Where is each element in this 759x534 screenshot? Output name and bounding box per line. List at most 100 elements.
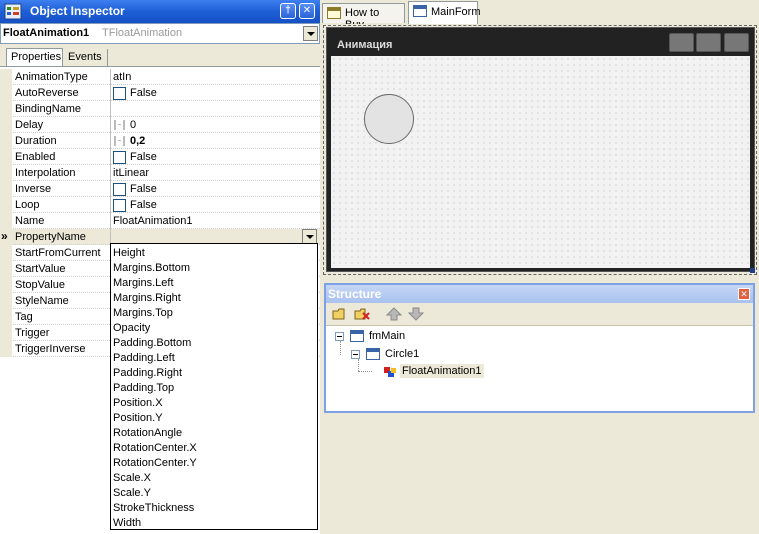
dropdown-option[interactable]: Position.X: [113, 397, 163, 412]
property-row[interactable]: BindingName: [0, 101, 320, 117]
design-form[interactable]: Анимация: [326, 27, 755, 272]
column-divider: [110, 165, 111, 181]
close-icon[interactable]: ✕: [738, 288, 750, 300]
column-divider: [110, 117, 111, 133]
dropdown-option[interactable]: Scale.Y: [113, 487, 151, 502]
structure-panel: Structure ✕ fmMain Circle1 FloatAnimatio…: [324, 283, 755, 413]
chevron-down-icon[interactable]: [302, 229, 317, 244]
object-inspector-tabs: Properties Events: [0, 46, 320, 67]
property-name: StartValue: [15, 263, 66, 275]
object-inspector-panel: Object Inspector † ✕ FloatAnimation1 TFl…: [0, 0, 320, 534]
dropdown-option[interactable]: StrokeThickness: [113, 502, 194, 517]
property-row[interactable]: Interpolation itLinear: [0, 165, 320, 181]
spin-icon: [114, 120, 125, 130]
dropdown-option[interactable]: Margins.Bottom: [113, 262, 190, 277]
property-value[interactable]: itLinear: [113, 167, 149, 179]
dropdown-option[interactable]: Opacity: [113, 322, 150, 337]
move-down-icon[interactable]: [408, 307, 424, 321]
property-name: Name: [15, 215, 45, 227]
tree-node-label: fmMain: [369, 330, 406, 342]
dropdown-option[interactable]: Margins.Top: [113, 307, 173, 322]
new-folder-icon[interactable]: [332, 307, 348, 321]
row-gutter: [0, 197, 12, 213]
dropdown-option[interactable]: RotationCenter.Y: [113, 457, 197, 472]
property-name: StartFromCurrent: [15, 247, 101, 259]
dropdown-option[interactable]: Margins.Left: [113, 277, 174, 292]
tab-events[interactable]: Events: [64, 49, 108, 66]
pin-icon[interactable]: †: [280, 3, 296, 19]
checkbox[interactable]: [113, 183, 126, 196]
dropdown-option[interactable]: Padding.Right: [113, 367, 182, 382]
property-name: PropertyName: [15, 231, 86, 243]
property-value[interactable]: FloatAnimation1: [113, 215, 193, 227]
column-divider: [110, 197, 111, 213]
form-client-area[interactable]: [331, 56, 750, 268]
column-divider: [110, 85, 111, 101]
tree-node-label: Circle1: [385, 348, 420, 360]
property-value[interactable]: False: [130, 151, 157, 163]
checkbox[interactable]: [113, 151, 126, 164]
tab-how-to-buy[interactable]: How to Buy: [322, 3, 405, 31]
property-name: BindingName: [15, 103, 82, 115]
resize-handle[interactable]: [750, 268, 755, 273]
dropdown-option[interactable]: Padding.Left: [113, 352, 175, 367]
dropdown-option[interactable]: Position.Y: [113, 412, 163, 427]
property-value[interactable]: False: [130, 87, 157, 99]
move-up-icon[interactable]: [386, 307, 402, 321]
property-value[interactable]: False: [130, 199, 157, 211]
checkbox[interactable]: [113, 199, 126, 212]
current-row-indicator: »: [1, 229, 8, 243]
dropdown-option[interactable]: Height: [113, 247, 145, 262]
row-gutter: [0, 69, 12, 85]
row-gutter: [0, 245, 12, 261]
property-name: Enabled: [15, 151, 56, 163]
structure-title-bar: Structure ✕: [326, 285, 753, 303]
column-divider: [110, 101, 111, 117]
object-selector-combobox[interactable]: FloatAnimation1 TFloatAnimation: [0, 23, 320, 44]
property-name: AutoReverse: [15, 87, 79, 99]
circle-component[interactable]: [364, 94, 414, 144]
chevron-down-icon[interactable]: [303, 26, 318, 41]
close-icon[interactable]: ✕: [299, 3, 315, 19]
property-row[interactable]: Name FloatAnimation1: [0, 213, 320, 229]
dropdown-option[interactable]: Margins.Right: [113, 292, 181, 307]
property-row[interactable]: Duration 0,2: [0, 133, 320, 149]
row-gutter: [0, 85, 12, 101]
column-divider: [110, 181, 111, 197]
property-value[interactable]: atIn: [113, 71, 131, 83]
row-gutter: [0, 133, 12, 149]
checkbox[interactable]: [113, 87, 126, 100]
selected-object-class: TFloatAnimation: [102, 27, 183, 39]
tab-mainform[interactable]: MainForm: [408, 1, 481, 24]
row-gutter: [0, 165, 12, 181]
row-gutter: [0, 261, 12, 277]
property-row[interactable]: Loop False: [0, 197, 320, 213]
row-gutter: [0, 277, 12, 293]
property-row[interactable]: Delay 0: [0, 117, 320, 133]
tab-properties[interactable]: Properties: [6, 48, 63, 67]
property-value[interactable]: 0,2: [130, 135, 145, 147]
property-row[interactable]: AutoReverse False: [0, 85, 320, 101]
row-gutter: [0, 181, 12, 197]
property-row[interactable]: Inverse False: [0, 181, 320, 197]
tree-node-label: FloatAnimation1: [400, 364, 484, 378]
dropdown-option[interactable]: RotationAngle: [113, 427, 182, 442]
property-row[interactable]: Enabled False: [0, 149, 320, 165]
property-row[interactable]: AnimationType atIn: [0, 69, 320, 85]
property-name-dropdown-list[interactable]: Height Margins.Bottom Margins.Left Margins.…: [110, 243, 318, 530]
property-value[interactable]: 0: [130, 119, 136, 131]
property-name: Tag: [15, 311, 33, 323]
collapse-icon[interactable]: [351, 350, 360, 359]
property-name: StyleName: [15, 295, 69, 307]
delete-icon[interactable]: [354, 307, 370, 321]
collapse-icon[interactable]: [335, 332, 344, 341]
dropdown-option[interactable]: Padding.Top: [113, 382, 174, 397]
property-value[interactable]: False: [130, 183, 157, 195]
dropdown-option[interactable]: Padding.Bottom: [113, 337, 191, 352]
row-gutter: [0, 213, 12, 229]
dropdown-option[interactable]: RotationCenter.X: [113, 442, 197, 457]
structure-title: Structure: [328, 287, 382, 301]
dropdown-option[interactable]: Width: [113, 517, 141, 532]
dropdown-option[interactable]: Scale.X: [113, 472, 151, 487]
form-designer: Анимация: [322, 24, 759, 276]
